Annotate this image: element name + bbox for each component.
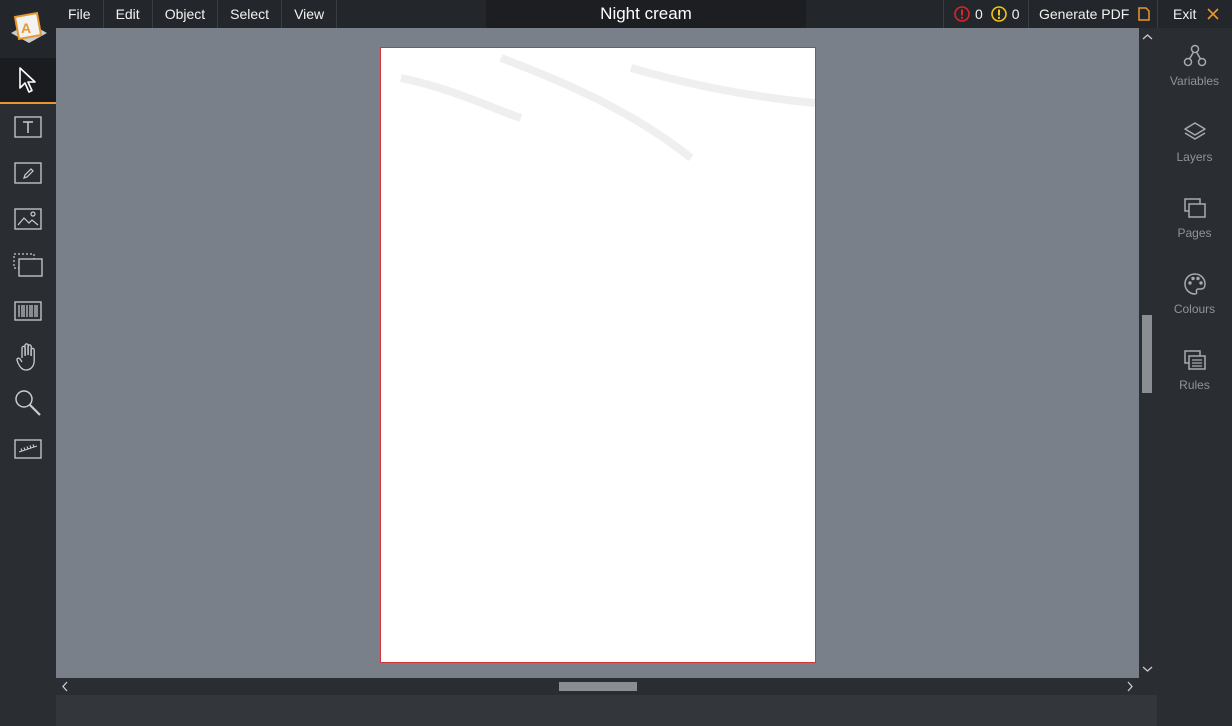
app-logo-icon: A <box>11 11 47 43</box>
pdf-file-icon <box>1138 7 1151 21</box>
palette-icon <box>1183 273 1206 295</box>
layers-icon <box>1183 122 1206 140</box>
text-tool-icon <box>14 116 42 138</box>
document-page[interactable] <box>380 47 816 663</box>
panel-layers[interactable]: Layers <box>1157 104 1232 180</box>
right-panel: Variables Layers Pages Colours Rules <box>1157 28 1232 726</box>
svg-text:A: A <box>21 20 31 36</box>
design-canvas[interactable] <box>56 28 1139 678</box>
menu-select[interactable]: Select <box>218 0 283 28</box>
error-count-value: 0 <box>975 6 983 22</box>
panel-pages-label: Pages <box>1177 226 1212 240</box>
error-icon <box>954 6 970 22</box>
vertical-scrollbar[interactable] <box>1139 28 1156 678</box>
panel-colours[interactable]: Colours <box>1157 256 1232 332</box>
tool-draw[interactable] <box>0 150 56 196</box>
exit-label: Exit <box>1173 6 1197 22</box>
tool-zoom[interactable] <box>0 380 56 426</box>
scroll-left-icon[interactable] <box>59 678 71 695</box>
ruler-icon <box>14 439 42 459</box>
frame-icon <box>13 253 43 277</box>
tool-barcode[interactable] <box>0 288 56 334</box>
variables-icon <box>1183 44 1206 67</box>
close-icon <box>1207 8 1219 20</box>
vertical-scroll-thumb[interactable] <box>1142 315 1152 393</box>
tool-measure[interactable] <box>0 426 56 472</box>
scrollbar-corner <box>1139 678 1156 695</box>
pencil-icon <box>14 162 42 184</box>
app-logo[interactable]: A <box>0 0 56 58</box>
pages-icon <box>1183 198 1206 218</box>
scroll-down-icon[interactable] <box>1139 663 1156 675</box>
status-indicators[interactable]: 0 0 <box>943 0 1028 28</box>
tool-image[interactable] <box>0 196 56 242</box>
menu-file[interactable]: File <box>56 0 104 28</box>
tool-pan[interactable] <box>0 334 56 380</box>
document-title: Night cream <box>486 0 806 28</box>
panel-pages[interactable]: Pages <box>1157 180 1232 256</box>
exit-button[interactable]: Exit <box>1157 0 1232 28</box>
rules-icon <box>1183 350 1206 370</box>
tool-select[interactable] <box>0 58 56 104</box>
hand-icon <box>16 343 35 371</box>
pointer-icon <box>19 67 36 93</box>
warning-count-value: 0 <box>1011 6 1020 22</box>
scroll-up-icon[interactable] <box>1139 31 1156 43</box>
generate-pdf-button[interactable]: Generate PDF <box>1028 0 1151 28</box>
warning-icon <box>990 6 1007 22</box>
panel-rules[interactable]: Rules <box>1157 332 1232 408</box>
zoom-icon <box>15 390 41 416</box>
menu-object[interactable]: Object <box>153 0 219 28</box>
status-bar <box>56 695 1157 726</box>
warning-count[interactable]: 0 <box>990 6 1020 22</box>
tool-frame[interactable] <box>0 242 56 288</box>
menu-edit[interactable]: Edit <box>104 0 153 28</box>
image-icon <box>14 208 42 230</box>
scroll-right-icon[interactable] <box>1124 678 1136 695</box>
error-count[interactable]: 0 <box>954 6 983 22</box>
panel-colours-label: Colours <box>1173 302 1216 316</box>
horizontal-scrollbar[interactable] <box>56 678 1139 695</box>
panel-variables[interactable]: Variables <box>1157 28 1232 104</box>
tools-sidebar <box>0 58 56 726</box>
menu-bar: File Edit Object Select View <box>56 0 338 28</box>
generate-pdf-label: Generate PDF <box>1039 6 1130 22</box>
tool-text[interactable] <box>0 104 56 150</box>
horizontal-scroll-thumb[interactable] <box>559 682 637 691</box>
page-background-texture <box>400 54 815 162</box>
panel-variables-label: Variables <box>1169 74 1220 88</box>
panel-layers-label: Layers <box>1176 150 1213 164</box>
menu-view[interactable]: View <box>282 0 338 28</box>
panel-rules-label: Rules <box>1179 378 1210 392</box>
barcode-icon <box>14 301 42 321</box>
